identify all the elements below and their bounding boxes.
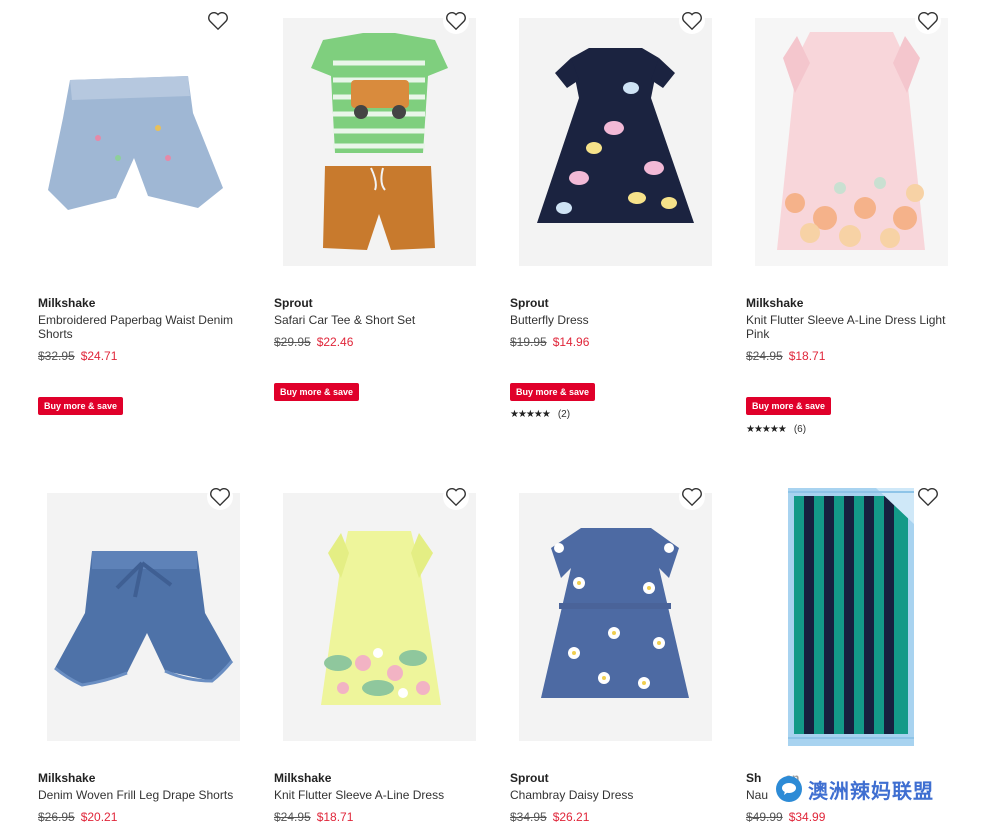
sale-price: $20.21 [80,810,118,824]
sale-price: $34.99 [788,810,826,824]
striped-towel-image [786,486,916,748]
product-image[interactable] [283,493,476,741]
wishlist-heart-icon[interactable] [915,8,941,34]
product-brand: Milkshake [38,771,96,785]
product-name[interactable]: Knit Flutter Sleeve A-Line Dress Light P… [746,313,956,341]
yellow-dress-image [283,493,476,741]
was-price: $29.95 [274,335,311,349]
buy-more-save-badge[interactable]: Buy more & save [38,397,124,415]
sale-price: $14.96 [552,335,590,349]
wishlist-heart-icon[interactable] [679,8,705,34]
product-price: $34.95 $26.21 [510,810,589,824]
product-brand: Milkshake [746,296,804,310]
product-name[interactable]: Embroidered Paperbag Waist Denim Shorts [38,313,248,341]
product-name[interactable]: Butterfly Dress [510,313,720,327]
product-image[interactable] [786,486,916,748]
butterfly-dress-image [519,18,712,266]
buy-more-save-badge[interactable]: Buy more & save [274,383,360,401]
frill-shorts-image [47,493,240,741]
product-price: $29.95 $22.46 [274,335,353,349]
watermark: 澳洲辣妈联盟 [776,772,974,806]
product-image[interactable] [755,18,948,266]
product-brand: Milkshake [38,296,96,310]
chat-bubble-icon [776,776,802,802]
was-price: $19.95 [510,335,547,349]
product-image[interactable] [519,493,712,741]
denim-shorts-image [38,18,231,266]
buy-more-save-badge[interactable]: Buy more & save [746,397,832,415]
wishlist-heart-icon[interactable] [207,484,233,510]
rating-count: (2) [557,409,571,420]
product-rating: ★★★★★ (2) [510,409,570,420]
product-brand: Sprout [510,771,549,785]
was-price: $26.95 [38,810,75,824]
product-price: $26.95 $20.21 [38,810,117,824]
product-name[interactable]: Chambray Daisy Dress [510,788,720,802]
sale-price: $18.71 [788,349,826,363]
sale-price: $26.21 [552,810,590,824]
watermark-text: 澳洲辣妈联盟 [808,780,934,803]
wishlist-heart-icon[interactable] [915,484,941,510]
product-name[interactable]: Safari Car Tee & Short Set [274,313,484,327]
pink-dress-image [755,18,948,266]
product-price: $24.95 $18.71 [746,349,825,363]
star-rating-icon: ★★★★★ [510,409,551,420]
was-price: $49.99 [746,810,783,824]
was-price: $34.95 [510,810,547,824]
wishlist-heart-icon[interactable] [443,8,469,34]
buy-more-save-badge[interactable]: Buy more & save [510,383,596,401]
star-rating-icon: ★★★★★ [746,424,787,435]
wishlist-heart-icon[interactable] [443,484,469,510]
sale-price: $18.71 [316,810,354,824]
sale-price: $24.71 [80,349,118,363]
product-image[interactable] [38,18,231,266]
product-image[interactable] [283,18,476,266]
rating-count: (6) [793,424,807,435]
product-price: $19.95 $14.96 [510,335,589,349]
product-brand: Sprout [510,296,549,310]
wishlist-heart-icon[interactable] [679,484,705,510]
was-price: $24.95 [746,349,783,363]
product-name[interactable]: Denim Woven Frill Leg Drape Shorts [38,788,248,802]
tee-short-set-image [283,18,476,266]
wishlist-heart-icon[interactable] [205,8,231,34]
product-brand: Milkshake [274,771,332,785]
product-name[interactable]: Knit Flutter Sleeve A-Line Dress [274,788,484,802]
product-image[interactable] [47,493,240,741]
sale-price: $22.46 [316,335,354,349]
product-price: $32.95 $24.71 [38,349,117,363]
product-rating: ★★★★★ (6) [746,424,806,435]
product-brand: Sprout [274,296,313,310]
chambray-dress-image [519,493,712,741]
product-price: $24.95 $18.71 [274,810,353,824]
product-image[interactable] [519,18,712,266]
was-price: $32.95 [38,349,75,363]
was-price: $24.95 [274,810,311,824]
product-price: $49.99 $34.99 [746,810,825,824]
